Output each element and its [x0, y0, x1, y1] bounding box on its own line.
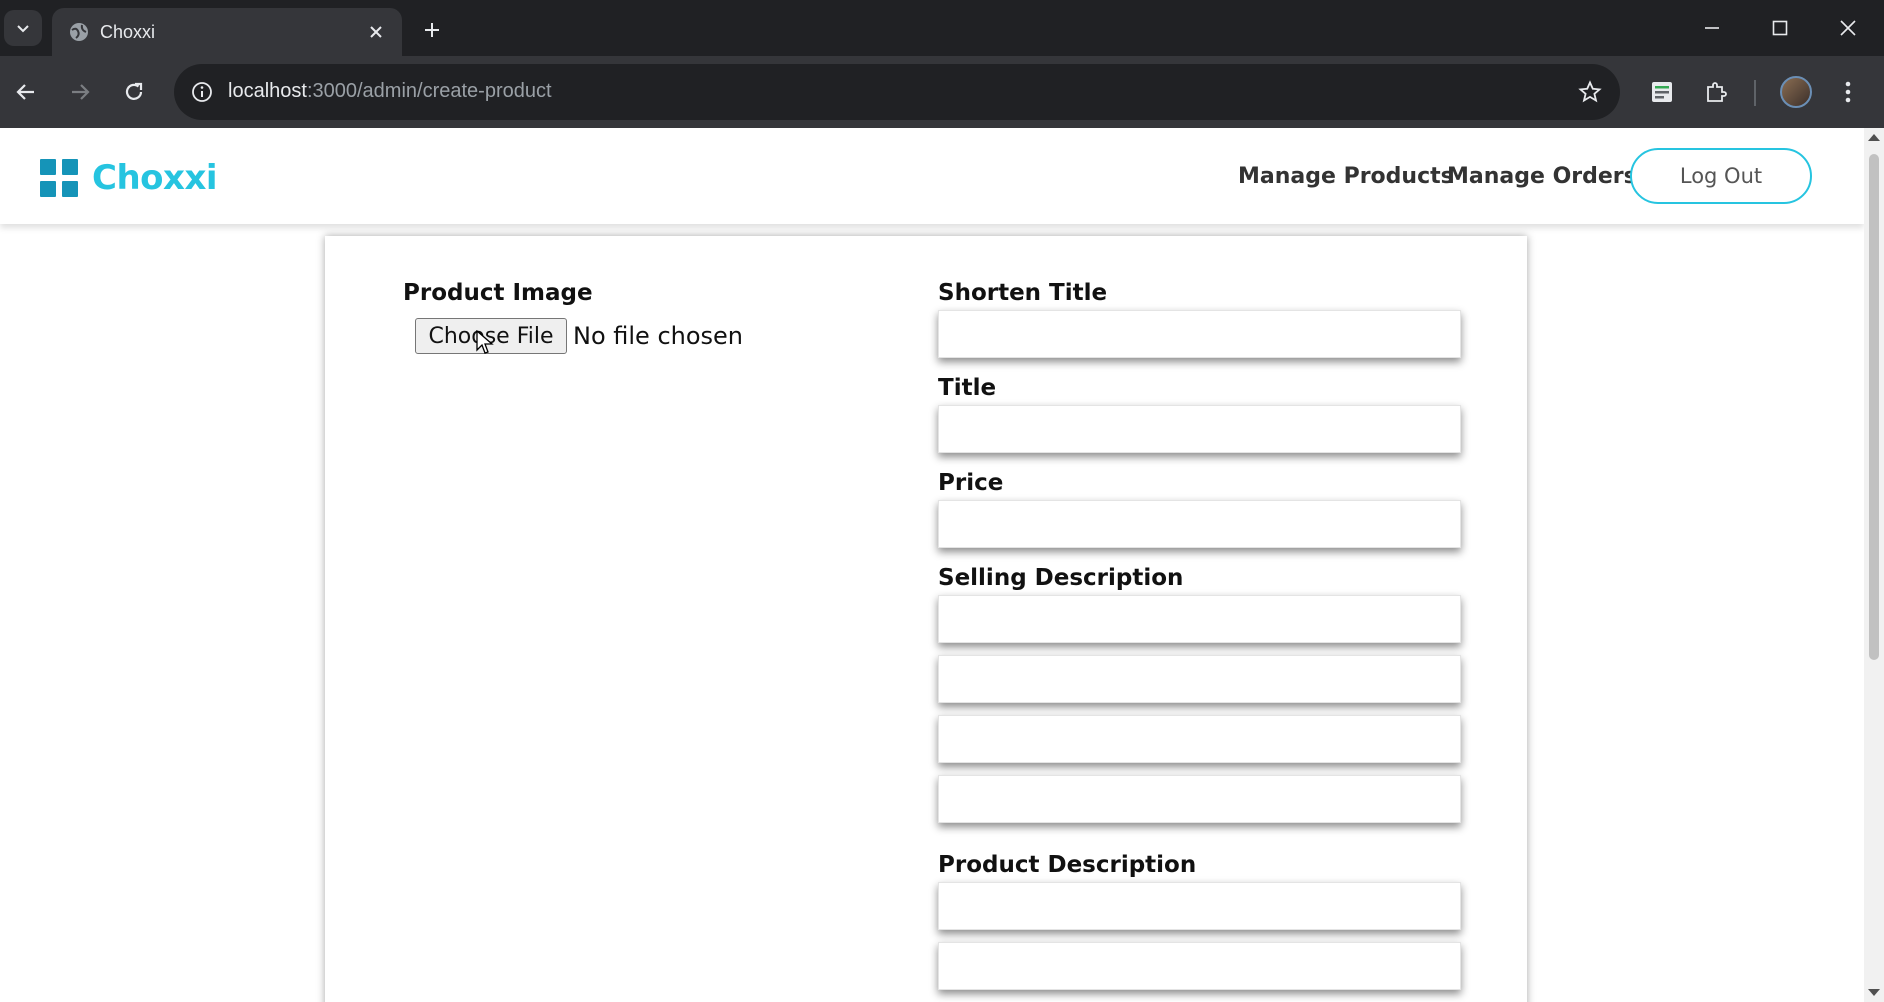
browser-tab-active[interactable]: Choxxi [52, 8, 402, 56]
price-label: Price [938, 470, 1004, 496]
window-close-button[interactable] [1828, 8, 1868, 48]
spreadsheet-extension-icon [1652, 82, 1672, 102]
site-info-button[interactable] [188, 78, 216, 106]
url-host: localhost [228, 80, 307, 102]
close-icon [370, 26, 382, 38]
title-input[interactable] [938, 405, 1461, 453]
extensions-button[interactable] [1696, 72, 1736, 112]
shorten-title-label: Shorten Title [938, 280, 1108, 306]
maximize-icon [1772, 20, 1788, 36]
tab-search-button[interactable] [4, 10, 42, 46]
product-description-input-2[interactable] [938, 942, 1461, 990]
toolbar-separator [1754, 80, 1756, 106]
globe-icon [70, 23, 88, 41]
tab-title: Choxxi [100, 22, 156, 42]
scroll-up-arrow-icon[interactable] [1868, 134, 1880, 141]
url-text: localhost:3000/admin/create-product [228, 80, 552, 103]
product-image-file-input[interactable]: Choose File No file chosen [415, 318, 743, 354]
forward-button[interactable] [60, 72, 100, 112]
info-icon [192, 82, 212, 102]
bookmark-star-button[interactable] [1576, 78, 1604, 106]
puzzle-icon [1707, 82, 1727, 102]
selling-description-input-4[interactable] [938, 775, 1461, 823]
selling-description-label: Selling Description [938, 565, 1184, 591]
selling-description-input-3[interactable] [938, 715, 1461, 763]
mouse-cursor-icon [476, 330, 494, 354]
grid-logo-icon [40, 159, 78, 197]
chrome-menu-button[interactable] [1828, 72, 1868, 112]
reload-button[interactable] [114, 72, 154, 112]
shorten-title-input[interactable] [938, 310, 1461, 358]
site-logo[interactable]: Choxxi [40, 158, 218, 198]
nav-manage-orders[interactable]: Manage Orders [1447, 164, 1637, 189]
more-vert-icon [1845, 81, 1851, 103]
logo-text: Choxxi [92, 158, 218, 198]
address-bar[interactable]: localhost:3000/admin/create-product [174, 64, 1620, 120]
page-viewport: Choxxi Manage Products Manage Orders Log… [0, 128, 1864, 1002]
browser-tab-strip: Choxxi [0, 0, 1884, 56]
chevron-down-icon [17, 25, 29, 33]
minimize-button[interactable] [1692, 8, 1732, 48]
url-path: :3000/admin/create-product [306, 80, 552, 102]
tab-close-button[interactable] [364, 20, 388, 44]
page-scrollbar[interactable] [1864, 128, 1884, 1002]
plus-icon [425, 23, 439, 37]
nav-manage-products[interactable]: Manage Products [1238, 164, 1454, 189]
close-icon [1840, 20, 1856, 36]
back-button[interactable] [6, 72, 46, 112]
star-icon [1578, 80, 1602, 103]
reload-icon [125, 82, 143, 100]
new-tab-button[interactable] [416, 14, 448, 46]
logout-button[interactable]: Log Out [1630, 148, 1812, 204]
create-product-form: Product Image Choose File No file chosen… [325, 236, 1527, 1002]
product-image-label: Product Image [403, 280, 593, 306]
browser-toolbar: localhost:3000/admin/create-product [0, 56, 1884, 128]
product-description-input-1[interactable] [938, 882, 1461, 930]
extension-sheets-button[interactable] [1642, 72, 1682, 112]
maximize-button[interactable] [1760, 8, 1800, 48]
price-input[interactable] [938, 500, 1461, 548]
arrow-left-icon [16, 84, 34, 100]
site-header: Choxxi Manage Products Manage Orders Log… [0, 128, 1864, 224]
minimize-icon [1705, 27, 1719, 29]
selling-description-input-2[interactable] [938, 655, 1461, 703]
file-status-text: No file chosen [573, 322, 744, 350]
profile-avatar[interactable] [1780, 76, 1812, 108]
title-label: Title [938, 375, 997, 401]
arrow-right-icon [72, 84, 90, 100]
selling-description-input-1[interactable] [938, 595, 1461, 643]
scrollbar-thumb[interactable] [1869, 154, 1879, 660]
scroll-down-arrow-icon[interactable] [1868, 989, 1880, 996]
product-description-label: Product Description [938, 852, 1197, 878]
